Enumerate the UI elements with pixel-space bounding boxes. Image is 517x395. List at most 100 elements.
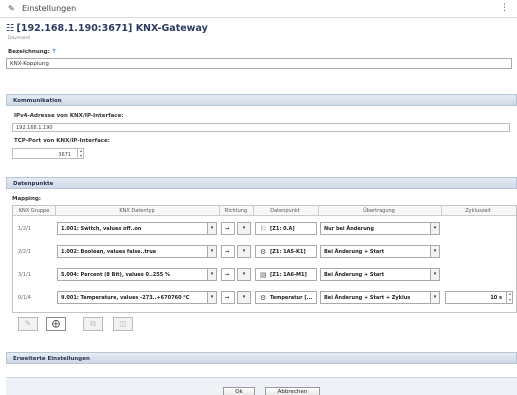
mapping-table: KNX Gruppe KNX Datentyp Richtung Datenpu… [12, 205, 517, 313]
table-row[interactable]: 3/1/1 5.004: Percent (8 Bit), values 0..… [13, 264, 516, 286]
add-circle-icon: ⨁ [52, 319, 60, 328]
datapoint-icon: ⚙ [260, 248, 267, 256]
richtung-value: → [225, 295, 230, 301]
datentyp-value: 9.001: Temperature, values -273..+670760… [61, 295, 190, 301]
table-row[interactable]: 0/1/4 9.001: Temperature, values -273..+… [13, 287, 516, 309]
row-gruppe: 3/1/1 [18, 272, 31, 278]
col-uebertragung: Übertragung [363, 208, 395, 214]
mapping-label: Mapping: [12, 196, 41, 202]
datenpunkt-field[interactable]: ⚐ [Z1: 0.A] [255, 222, 317, 235]
section-kommunikation[interactable]: Kommunikation [6, 94, 517, 106]
datapoint-icon: ▤ [260, 271, 267, 279]
port-label: TCP-Port von KNX/IP-Interface: [14, 138, 110, 144]
bezeichnung-label-text: Bezeichnung: [8, 49, 50, 55]
top-bar-title: Einstellungen [22, 4, 77, 13]
chevron-down-icon[interactable]: ▾ [207, 223, 216, 234]
page-title-text: [192.168.1.190:3671] KNX-Gateway [16, 23, 208, 34]
datenpunkt-field[interactable]: ⚙ Temperatur [... [255, 291, 317, 304]
col-zykluszeit: Zykluszeit [465, 208, 491, 214]
datapoint-icon: ⚙ [260, 294, 267, 302]
datentyp-select[interactable]: 9.001: Temperature, values -273..+670760… [57, 291, 217, 304]
richtung-dropdown[interactable]: ▾ [237, 291, 251, 304]
pencil-icon: ✎ [24, 319, 32, 328]
bezeichnung-label: Bezeichnung: ⤒ [8, 49, 55, 56]
col-datenpunkt: Datenpunkt [270, 208, 300, 214]
pencil-icon: ✎ [8, 4, 15, 13]
cancel-button[interactable]: Abbrechen [265, 387, 320, 395]
richtung-value: → [225, 249, 230, 255]
more-menu-icon[interactable]: ⋮ [500, 3, 509, 13]
uebertragung-select[interactable]: Bei Änderung + Start + Zyklus ▾ [320, 291, 440, 304]
uebertragung-select[interactable]: Bei Änderung + Start ▾ [320, 245, 440, 258]
datenpunkt-value: [Z1: 1A6-M1] [270, 272, 307, 278]
chevron-down-icon[interactable]: ▾ [207, 246, 216, 257]
richtung-dropdown[interactable]: ▾ [237, 268, 251, 281]
ip-input[interactable] [12, 123, 510, 132]
table-row[interactable]: 2/2/1 1.002: Boolean, values false..true… [13, 241, 516, 263]
copy-button[interactable]: ⧉ [83, 317, 103, 331]
chevron-down-icon[interactable]: ▾ [430, 292, 439, 303]
chevron-down-icon[interactable]: ▾ [238, 292, 250, 303]
uebertragung-select[interactable]: Bei Änderung + Start ▾ [320, 268, 440, 281]
page-subtitle: Devmand [8, 36, 30, 41]
divider [0, 17, 517, 18]
section-erweiterte-einstellungen[interactable]: Erweiterte Einstellungen [6, 352, 517, 364]
datenpunkt-field[interactable]: ▤ [Z1: 1A6-M1] [255, 268, 317, 281]
datapoint-icon: ⚐ [260, 225, 267, 233]
datentyp-select[interactable]: 1.001: Switch, values off..on ▾ [57, 222, 217, 235]
datentyp-select[interactable]: 1.002: Boolean, values false..true ▾ [57, 245, 217, 258]
trash-icon: ◫ [119, 319, 127, 328]
datenpunkt-value: [Z1: 0.A] [270, 226, 295, 232]
row-gruppe: 0/1/4 [18, 295, 31, 301]
richtung-dropdown[interactable]: ▾ [237, 222, 251, 235]
chevron-down-icon[interactable]: ▾ [430, 246, 439, 257]
ip-label: IPv4-Adresse von KNX/IP-Interface: [14, 113, 124, 119]
chevron-down-icon[interactable]: ▾ [207, 292, 216, 303]
chevron-down-icon[interactable]: ▾ [238, 223, 250, 234]
row-gruppe: 1/2/1 [18, 226, 31, 232]
chevron-down-icon[interactable]: ▾ [207, 269, 216, 280]
zykluszeit-input[interactable]: 10 s [445, 291, 513, 304]
uebertragung-value: Bei Änderung + Start + Zyklus [324, 295, 411, 301]
mapping-toolbar: ✎ ⨁ ⧉ ◫ [12, 315, 517, 333]
richtung-dropdown[interactable]: ▾ [237, 245, 251, 258]
port-input[interactable] [12, 148, 84, 159]
row-gruppe: 2/2/1 [18, 249, 31, 255]
bezeichnung-input[interactable] [6, 58, 512, 69]
delete-button[interactable]: ◫ [113, 317, 133, 331]
chevron-down-icon[interactable]: ▾ [430, 269, 439, 280]
uebertragung-value: Bei Änderung + Start [324, 272, 385, 278]
pin-icon[interactable]: ⤒ [53, 49, 55, 55]
richtung-select[interactable]: → [221, 245, 235, 258]
dialog-footer [6, 377, 517, 395]
ok-button[interactable]: Ok [223, 387, 255, 395]
zykluszeit-spinner[interactable]: ▴ ▾ [506, 291, 513, 304]
chevron-down-icon[interactable]: ▾ [238, 269, 250, 280]
datenpunkt-value: [Z1: 1A5-K1] [270, 249, 306, 255]
table-row[interactable]: 1/2/1 1.001: Switch, values off..on ▾ → ▾… [13, 218, 516, 240]
col-knx-gruppe: KNX Gruppe [18, 208, 50, 214]
richtung-select[interactable]: → [221, 222, 235, 235]
datentyp-value: 1.002: Boolean, values false..true [61, 249, 157, 255]
chevron-down-icon[interactable]: ▾ [430, 223, 439, 234]
network-icon: ☷ [6, 23, 15, 34]
datentyp-value: 1.001: Switch, values off..on [61, 226, 142, 232]
richtung-select[interactable]: → [221, 291, 235, 304]
datentyp-select[interactable]: 5.004: Percent (8 Bit), values 0..255 % ▾ [57, 268, 217, 281]
edit-button[interactable]: ✎ [18, 317, 38, 331]
col-knx-datentyp: KNX Datentyp [119, 208, 155, 214]
datenpunkt-field[interactable]: ⚙ [Z1: 1A5-K1] [255, 245, 317, 258]
datenpunkt-value: Temperatur [... [270, 295, 313, 301]
richtung-value: → [225, 272, 230, 278]
richtung-select[interactable]: → [221, 268, 235, 281]
page-title: ☷ [192.168.1.190:3671] KNX-Gateway [6, 23, 208, 34]
chevron-down-icon[interactable]: ▾ [238, 246, 250, 257]
section-datenpunkte[interactable]: Datenpunkte [6, 177, 517, 189]
top-bar: ✎ Einstellungen ⋮ [0, 0, 517, 17]
port-spinner[interactable]: ▴ ▾ [77, 148, 84, 159]
richtung-value: → [225, 226, 230, 232]
uebertragung-select[interactable]: Nur bei Änderung ▾ [320, 222, 440, 235]
uebertragung-value: Nur bei Änderung [324, 226, 374, 232]
add-button[interactable]: ⨁ [46, 317, 66, 331]
table-header: KNX Gruppe KNX Datentyp Richtung Datenpu… [13, 206, 516, 216]
